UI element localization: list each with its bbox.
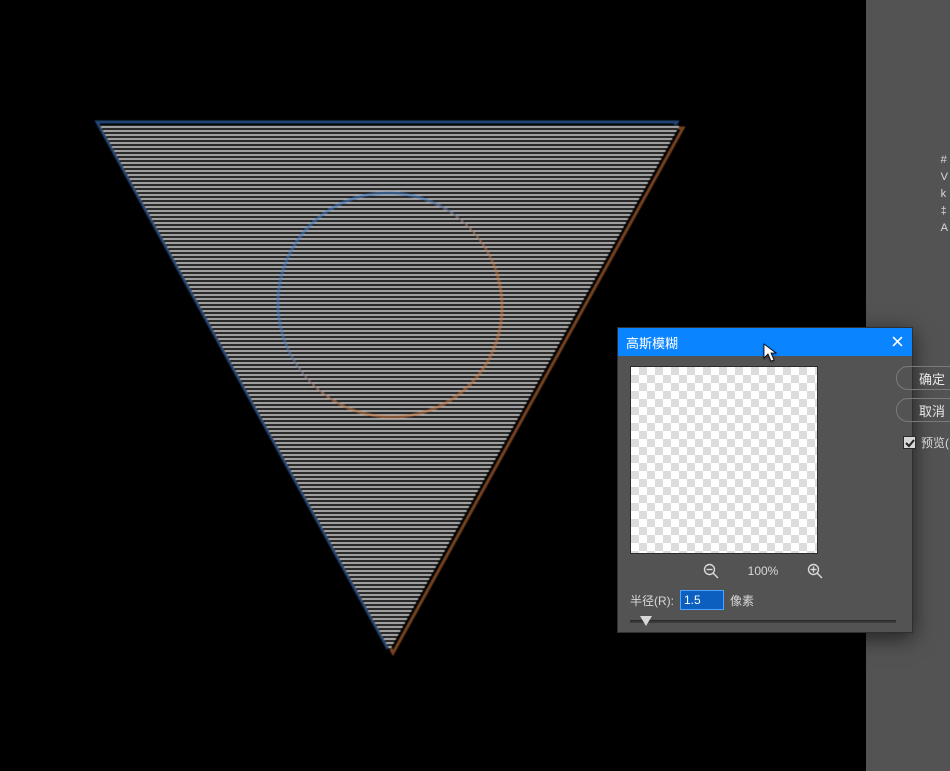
tool-item[interactable]: A bbox=[941, 223, 948, 234]
tool-item[interactable]: # bbox=[941, 155, 948, 166]
close-icon bbox=[892, 336, 903, 347]
ok-button[interactable]: 确定 bbox=[896, 366, 950, 390]
zoom-in-button[interactable] bbox=[806, 562, 824, 580]
radius-row: 半径(R): 像素 bbox=[630, 590, 896, 610]
zoom-percent: 100% bbox=[748, 564, 779, 578]
preview-label: 预览(P) bbox=[921, 434, 950, 451]
radius-input[interactable] bbox=[680, 590, 724, 610]
right-tools: # V k ‡ A bbox=[941, 155, 948, 234]
cursor-icon bbox=[763, 343, 779, 368]
zoom-row: 100% bbox=[630, 562, 896, 580]
preview-checkbox-row[interactable]: 预览(P) bbox=[903, 434, 950, 451]
zoom-out-button[interactable] bbox=[702, 562, 720, 580]
cancel-button[interactable]: 取消 bbox=[896, 398, 950, 422]
tool-item[interactable]: V bbox=[941, 172, 948, 183]
preview-checkbox[interactable] bbox=[903, 436, 916, 449]
tool-item[interactable]: k bbox=[941, 189, 948, 200]
button-column: 确定 取消 预览(P) bbox=[896, 366, 950, 623]
zoom-out-icon bbox=[703, 563, 719, 579]
zoom-in-icon bbox=[807, 563, 823, 579]
slider-thumb-icon[interactable] bbox=[640, 616, 652, 626]
preview-column: 100% 半径(R): 像素 bbox=[630, 366, 896, 623]
dialog-body: 100% 半径(R): 像素 确定 bbox=[618, 356, 912, 633]
preview-box[interactable] bbox=[630, 366, 818, 554]
close-button[interactable] bbox=[888, 332, 906, 350]
artwork-logo bbox=[80, 70, 700, 690]
check-icon bbox=[905, 438, 915, 448]
dialog-title: 高斯模糊 bbox=[626, 333, 678, 352]
gaussian-blur-dialog: 高斯模糊 100% bbox=[617, 327, 913, 633]
tool-item[interactable]: ‡ bbox=[941, 206, 948, 217]
radius-unit: 像素 bbox=[730, 592, 754, 609]
radius-label: 半径(R): bbox=[630, 592, 674, 609]
radius-slider[interactable] bbox=[630, 620, 896, 623]
